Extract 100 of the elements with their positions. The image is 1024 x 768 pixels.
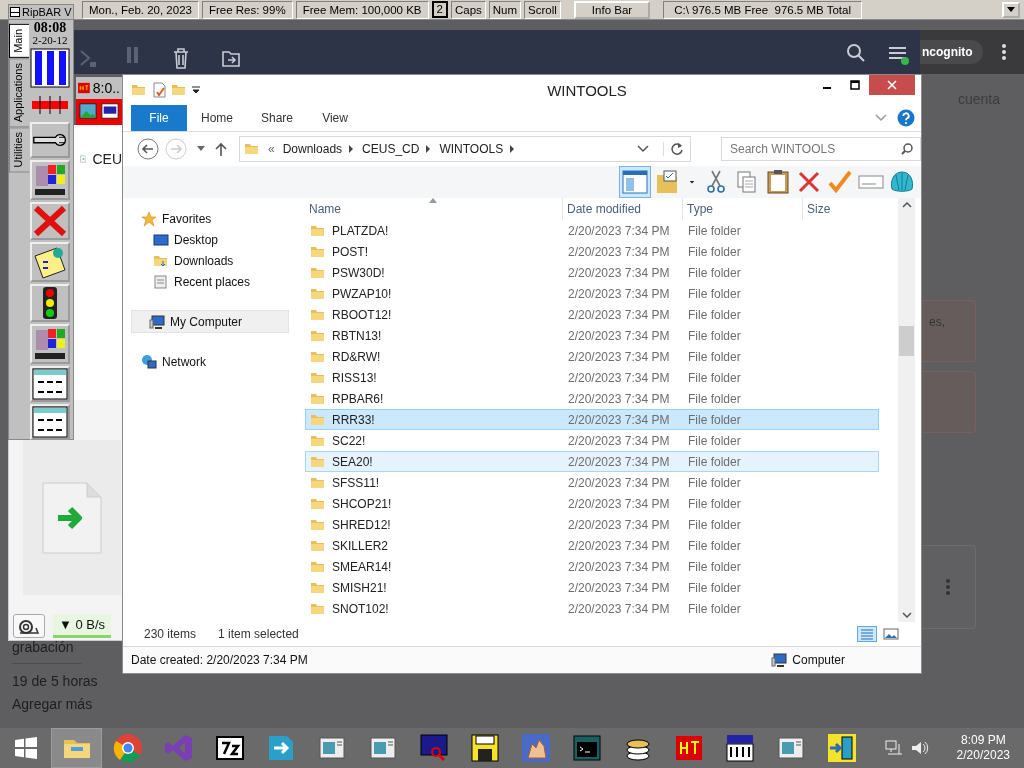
file-name: RPBAR6! <box>332 391 384 406</box>
nav-item[interactable]: Network <box>123 351 289 372</box>
file-row[interactable]: PLATZDA! 2/20/2023 7:34 PM File folder <box>305 220 879 241</box>
type-cell-text: File folder <box>687 349 742 364</box>
system-menu-icon[interactable] <box>10 7 20 17</box>
address-bar[interactable]: « Downloads CEUS_CD WINTOOLS <box>239 136 691 162</box>
file-row[interactable]: SC22! 2/20/2023 7:34 PM File folder <box>305 430 879 451</box>
type-cell-text: File folder <box>687 475 742 490</box>
file-row[interactable]: SMISH21! 2/20/2023 7:34 PM File folder <box>305 577 879 598</box>
file-row[interactable]: RISS13! 2/20/2023 7:34 PM File folder <box>305 367 879 388</box>
nav-item[interactable]: Downloads <box>123 250 289 271</box>
network-icon[interactable] <box>884 740 903 756</box>
chevron-down-icon[interactable] <box>875 114 887 122</box>
nav-item[interactable]: Favorites <box>123 208 289 229</box>
monitor-icon[interactable] <box>101 102 119 120</box>
window-title: RipBAR V <box>22 6 72 18</box>
help-icon[interactable] <box>897 109 915 127</box>
file-row[interactable]: RPBAR6! 2/20/2023 7:34 PM File folder <box>305 388 879 409</box>
file-name: SHRED12! <box>332 517 391 532</box>
column-header[interactable]: Type <box>683 198 803 220</box>
file-row[interactable]: RBOOT12! 2/20/2023 7:34 PM File folder <box>305 304 879 325</box>
date-cell-text: 2/20/2023 7:34 PM <box>567 454 671 469</box>
file-row[interactable]: PWZAP10! 2/20/2023 7:34 PM File folder <box>305 283 879 304</box>
file-row[interactable]: SEA20! 2/20/2023 7:34 PM File folder <box>305 451 879 472</box>
file-row[interactable]: RBTN13! 2/20/2023 7:34 PM File folder <box>305 325 879 346</box>
breadcrumb-item[interactable]: CEUS_CD <box>362 142 420 156</box>
file-row[interactable]: SFSS11! 2/20/2023 7:34 PM File folder <box>305 472 879 493</box>
type-cell-text: File folder <box>687 538 742 553</box>
picture-icon[interactable] <box>79 102 97 120</box>
throttle-button[interactable] <box>13 614 45 638</box>
preview-pane-icon[interactable] <box>620 167 650 197</box>
tab[interactable]: Main <box>9 24 29 58</box>
scroll-thumb[interactable] <box>899 326 914 356</box>
breadcrumb-item[interactable]: WINTOOLS <box>439 142 504 156</box>
file-row[interactable]: SNOT102! 2/20/2023 7:34 PM File folder <box>305 598 879 619</box>
ribbon-tab[interactable]: Share <box>247 105 308 131</box>
item-count: 230 items <box>144 627 197 641</box>
search-field[interactable]: Search WINTOOLS <box>721 137 921 161</box>
date-cell-text: 2/20/2023 7:34 PM <box>567 286 671 301</box>
date-cell-text: 2/20/2023 7:34 PM <box>567 496 671 511</box>
delete-icon[interactable] <box>796 169 822 195</box>
file-row[interactable]: SKILLER2 2/20/2023 7:34 PM File folder <box>305 535 879 556</box>
tab[interactable]: Applications <box>9 57 29 128</box>
file-row[interactable]: SMEAR14! 2/20/2023 7:34 PM File folder <box>305 556 879 577</box>
dropdown-icon[interactable] <box>191 85 201 95</box>
windows-logo-icon <box>32 162 68 198</box>
type-cell-text: File folder <box>687 433 742 448</box>
file-name: SMEAR14! <box>332 559 392 574</box>
scrollbar[interactable] <box>898 198 915 622</box>
checkmark-icon[interactable] <box>827 169 853 195</box>
thumbnail-view-icon[interactable] <box>881 626 901 642</box>
shell-icon[interactable] <box>889 169 915 195</box>
file-name: SFSS11! <box>332 475 380 490</box>
properties-icon[interactable] <box>151 82 167 98</box>
refresh-icon[interactable] <box>663 142 684 156</box>
file-name: PLATZDA! <box>332 223 389 238</box>
scroll-down-icon[interactable] <box>901 612 912 618</box>
dropdown-caret-icon[interactable] <box>197 146 205 152</box>
file-row[interactable]: RD&RW! 2/20/2023 7:34 PM File folder <box>305 346 879 367</box>
ribbon-tab[interactable]: Home <box>187 105 247 131</box>
up-arrow-icon[interactable] <box>215 142 227 156</box>
status-segment[interactable]: Num <box>488 0 522 19</box>
type-cell-text: File folder <box>687 412 742 427</box>
back-button[interactable] <box>137 138 159 160</box>
file-name: PSW30D! <box>332 265 385 280</box>
toolbar-button[interactable] <box>30 48 70 88</box>
file-row[interactable]: RRR33! 2/20/2023 7:34 PM File folder <box>305 409 879 430</box>
file-row[interactable]: PSW30D! 2/20/2023 7:34 PM File folder <box>305 262 879 283</box>
incognito-label: ncognito <box>920 40 983 64</box>
column-header[interactable]: Date modified <box>563 198 683 220</box>
scroll-up-icon[interactable] <box>901 202 912 208</box>
info-button[interactable]: Info Bar <box>573 0 651 19</box>
snail-icon <box>18 618 40 634</box>
kebab-menu-icon[interactable] <box>1000 43 1007 61</box>
nav-item[interactable]: My Computer <box>131 310 289 333</box>
form-icon <box>32 406 68 438</box>
dropdown-button[interactable] <box>1002 1 1020 18</box>
ribbon-tab[interactable]: View <box>307 105 364 131</box>
file-row[interactable]: SHCOP21! 2/20/2023 7:34 PM File folder <box>305 493 879 514</box>
file-name: SC22! <box>332 433 366 448</box>
column-header[interactable]: Size <box>803 198 873 220</box>
overflow-chevron[interactable]: « <box>268 142 275 156</box>
dropdown-icon[interactable] <box>637 145 649 153</box>
status-segment[interactable]: Scroll <box>524 0 561 19</box>
clipboard-icon[interactable] <box>765 169 791 195</box>
computer-icon <box>149 313 165 330</box>
clock[interactable]: 8:09 PM 2/20/2023 <box>956 733 1010 763</box>
file-row[interactable]: POST! 2/20/2023 7:34 PM File folder <box>305 241 879 262</box>
tab[interactable]: Utilities <box>9 127 29 173</box>
network-icon <box>141 353 157 370</box>
ribbon-tab[interactable]: File <box>131 105 187 131</box>
file-name: SMISH21! <box>332 580 387 595</box>
volume-icon[interactable] <box>910 740 929 756</box>
file-download-icon <box>42 481 102 554</box>
nav-item[interactable]: Desktop <box>123 229 289 250</box>
nav-item[interactable]: Recent places <box>123 271 289 292</box>
status-segment[interactable]: Caps <box>450 0 486 19</box>
file-row[interactable]: SHRED12! 2/20/2023 7:34 PM File folder <box>305 514 879 535</box>
date-cell-text: 2/20/2023 7:34 PM <box>567 580 671 595</box>
breadcrumb-item[interactable]: Downloads <box>282 142 343 156</box>
